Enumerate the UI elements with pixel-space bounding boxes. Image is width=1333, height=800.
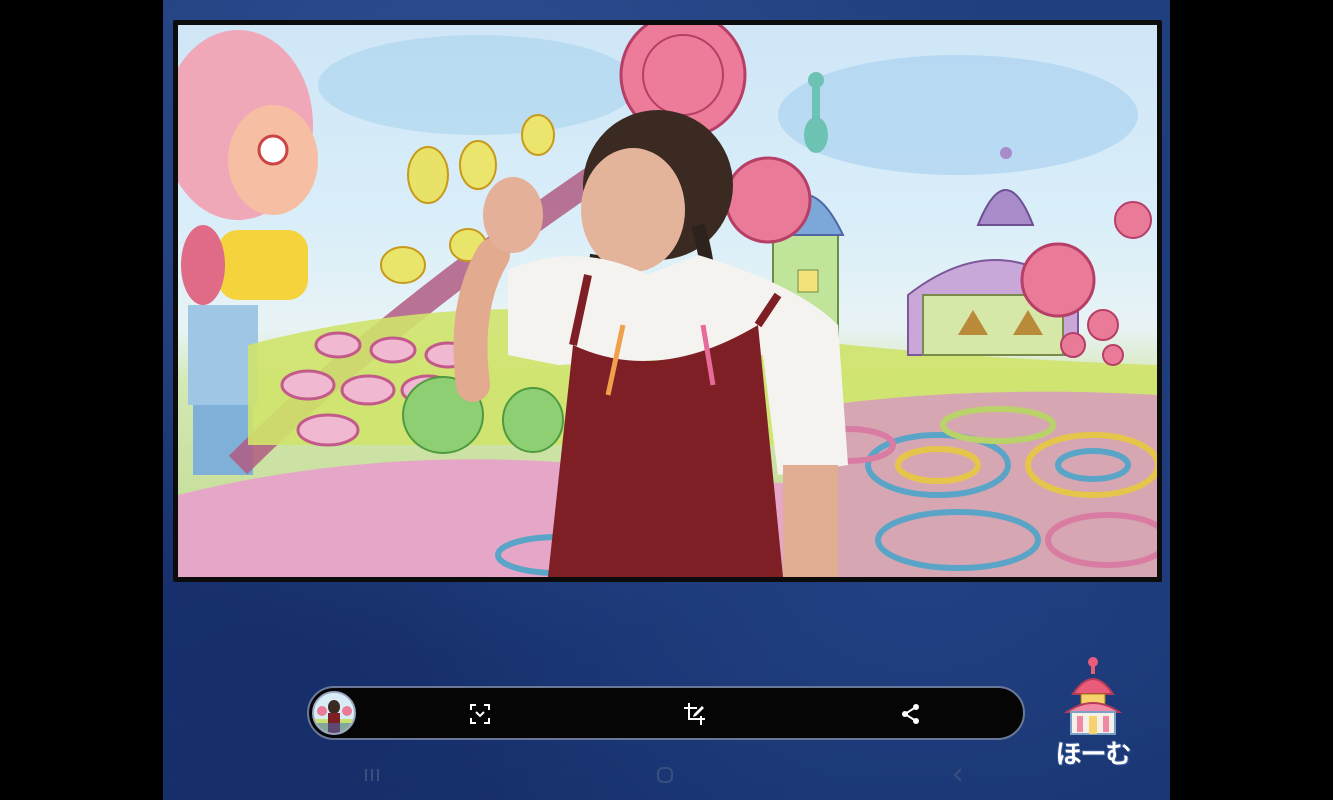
thumbnail-image [314, 693, 354, 733]
home-icon [657, 767, 673, 783]
home-label: ほーむ [1055, 740, 1131, 770]
nav-home-button[interactable] [653, 764, 677, 786]
back-icon [953, 768, 962, 782]
share-icon [902, 704, 919, 724]
video-scene [178, 25, 1157, 577]
video-control-bar [307, 686, 1025, 740]
screenshot-icon [470, 704, 490, 724]
crop-edit-icon [684, 703, 705, 725]
app-background: ほーむ [163, 0, 1170, 800]
recent-apps-button[interactable] [360, 764, 384, 786]
video-player[interactable] [178, 25, 1157, 577]
crop-edit-button[interactable] [681, 700, 709, 728]
video-thumbnail[interactable] [312, 691, 356, 735]
video-frame [173, 20, 1162, 582]
home-button[interactable]: ほーむ [1043, 654, 1143, 774]
recent-apps-icon [365, 769, 379, 781]
share-button[interactable] [897, 700, 925, 728]
home-castle-icon [1063, 657, 1123, 735]
screenshot-button[interactable] [466, 700, 494, 728]
back-button[interactable] [946, 764, 970, 786]
